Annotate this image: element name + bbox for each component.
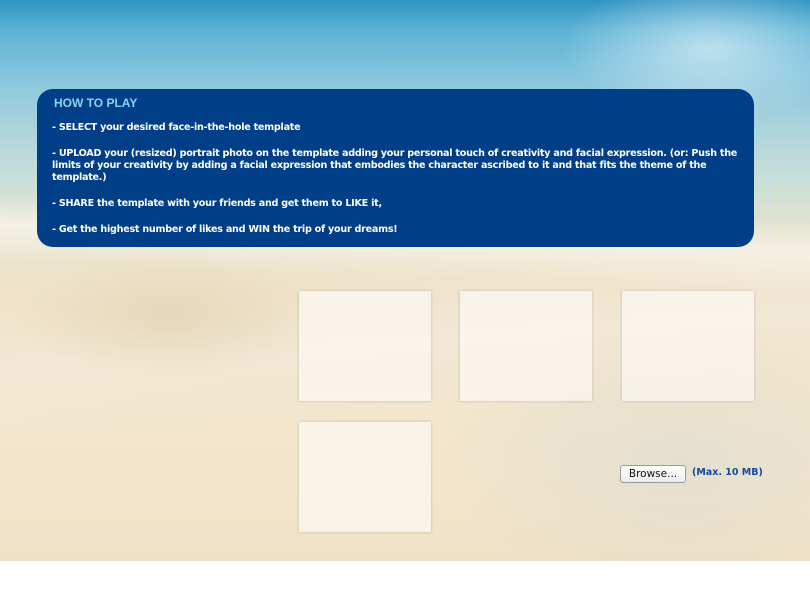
template-slot-2[interactable]	[460, 291, 592, 401]
how-to-play-panel: HOW TO PLAY - SELECT your desired face-i…	[37, 89, 754, 247]
template-slot-4[interactable]	[299, 422, 431, 532]
page-footer-area	[0, 561, 810, 600]
step-upload: - UPLOAD your (resized) portrait photo o…	[52, 148, 738, 183]
browse-button[interactable]: Browse...	[620, 465, 686, 483]
template-slot-1[interactable]	[299, 291, 431, 401]
step-win: - Get the highest number of likes and WI…	[52, 224, 398, 235]
beach-background: HOW TO PLAY - SELECT your desired face-i…	[0, 0, 810, 561]
step-select: - SELECT your desired face-in-the-hole t…	[52, 122, 301, 133]
max-size-note: (Max. 10 MB)	[692, 467, 763, 478]
template-slot-3[interactable]	[622, 291, 754, 401]
how-to-play-title: HOW TO PLAY	[54, 96, 138, 110]
step-share: - SHARE the template with your friends a…	[52, 198, 382, 209]
